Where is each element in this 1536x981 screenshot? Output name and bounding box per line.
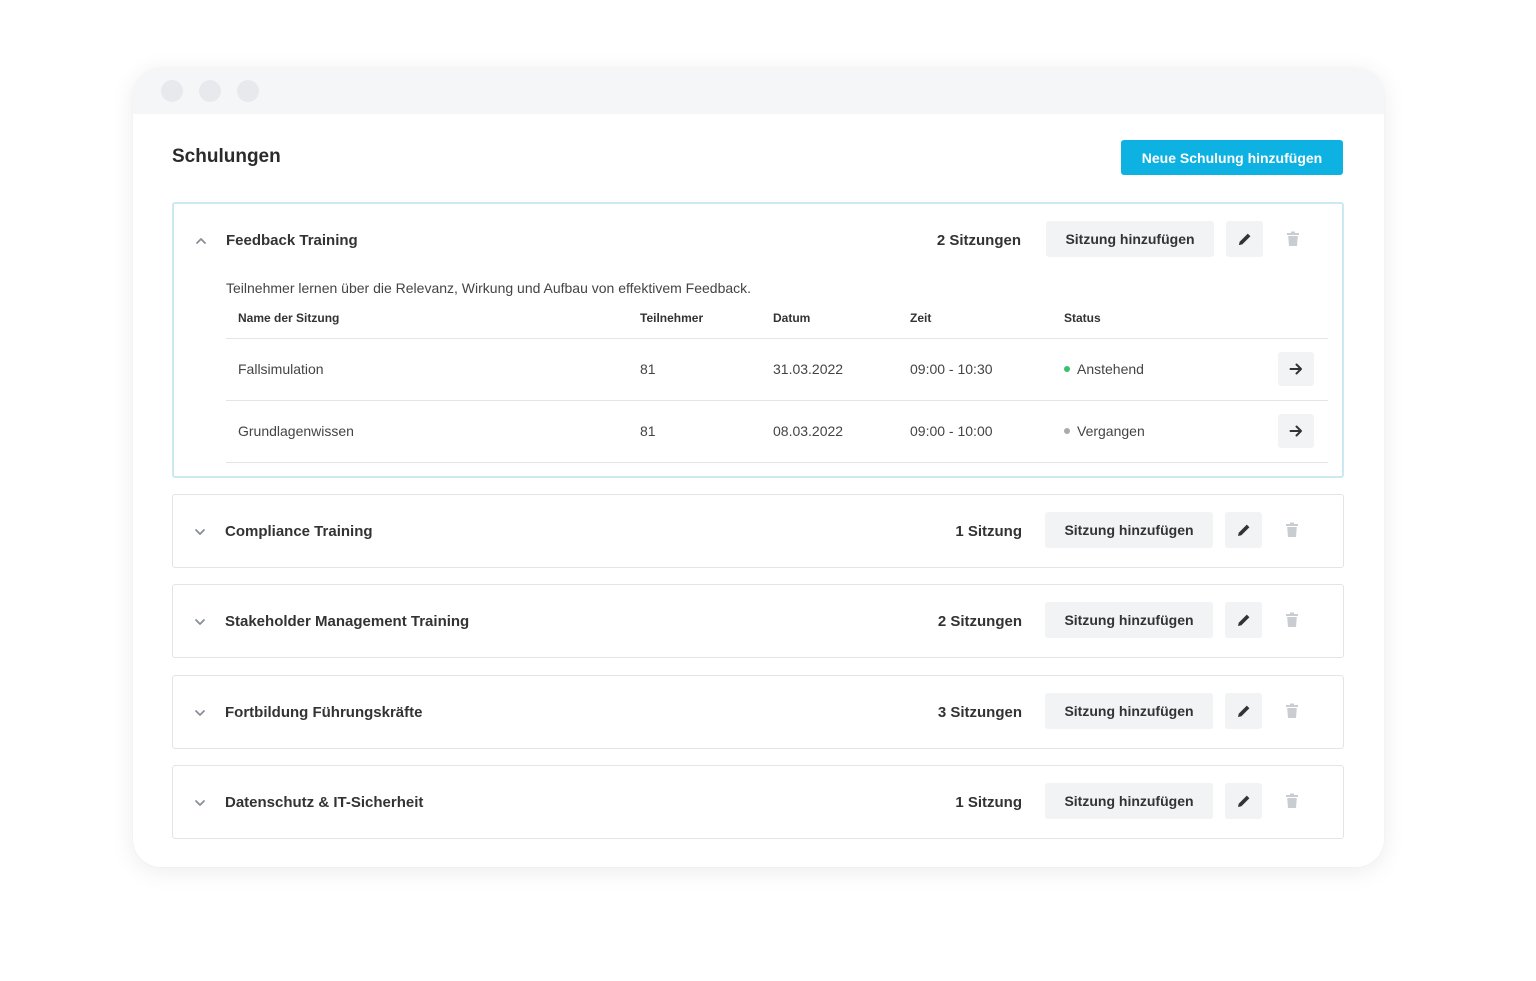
status-label: Anstehend	[1077, 361, 1144, 377]
training-card: Compliance Training 1 Sitzung Sitzung hi…	[172, 494, 1344, 568]
session-participants: 81	[640, 361, 656, 377]
open-session-button[interactable]	[1278, 352, 1314, 386]
chevron-down-icon[interactable]	[193, 706, 207, 720]
table-header-row: Name der Sitzung Teilnehmer Datum Zeit S…	[226, 302, 1328, 339]
trash-icon	[1285, 612, 1298, 627]
session-date: 31.03.2022	[773, 361, 844, 377]
session-name: Grundlagenwissen	[238, 423, 354, 439]
session-time: 09:00 - 10:30	[910, 361, 993, 377]
delete-button[interactable]	[1273, 512, 1310, 548]
table-row[interactable]: Grundlagenwissen 81 08.03.2022 09:00 - 1…	[226, 401, 1328, 463]
sessions-count: 1 Sitzung	[955, 794, 1022, 811]
session-name: Fallsimulation	[238, 361, 324, 377]
training-card: Datenschutz & IT-Sicherheit 1 Sitzung Si…	[172, 765, 1344, 839]
session-date: 08.03.2022	[773, 423, 844, 439]
window-control-dot[interactable]	[161, 80, 183, 102]
training-title: Stakeholder Management Training	[225, 613, 470, 630]
delete-button[interactable]	[1273, 602, 1310, 638]
session-participants: 81	[640, 423, 656, 439]
training-description: Teilnehmer lernen über die Relevanz, Wir…	[226, 280, 752, 296]
session-status: Vergangen	[1064, 423, 1145, 439]
add-session-button[interactable]: Sitzung hinzufügen	[1046, 221, 1214, 257]
column-header-time: Zeit	[910, 311, 932, 325]
sessions-table: Name der Sitzung Teilnehmer Datum Zeit S…	[226, 302, 1328, 463]
trash-icon	[1286, 231, 1299, 246]
pencil-icon	[1237, 705, 1249, 717]
window-control-dot[interactable]	[199, 80, 221, 102]
open-session-button[interactable]	[1278, 414, 1314, 448]
sessions-count: 2 Sitzungen	[937, 613, 1022, 630]
column-header-date: Datum	[773, 311, 811, 325]
training-card-header[interactable]: Compliance Training 1 Sitzung Sitzung hi…	[173, 495, 1343, 567]
sessions-count: 1 Sitzung	[955, 523, 1022, 540]
table-row[interactable]: Fallsimulation 81 31.03.2022 09:00 - 10:…	[226, 339, 1328, 401]
pencil-icon	[1238, 233, 1250, 245]
session-time: 09:00 - 10:00	[910, 423, 993, 439]
page-title: Schulungen	[172, 146, 281, 167]
training-card-header[interactable]: Datenschutz & IT-Sicherheit 1 Sitzung Si…	[173, 766, 1343, 838]
training-card: Fortbildung Führungskräfte 3 Sitzungen S…	[172, 675, 1344, 749]
delete-button[interactable]	[1273, 693, 1310, 729]
add-session-button[interactable]: Sitzung hinzufügen	[1045, 512, 1213, 548]
sessions-count: 2 Sitzungen	[936, 232, 1021, 249]
edit-button[interactable]	[1226, 221, 1263, 257]
chevron-down-icon[interactable]	[193, 796, 207, 810]
pencil-icon	[1237, 524, 1249, 536]
status-label: Vergangen	[1077, 423, 1145, 439]
pencil-icon	[1237, 614, 1249, 626]
training-card-header[interactable]: Feedback Training 2 Sitzungen Sitzung hi…	[174, 204, 1342, 276]
add-session-button[interactable]: Sitzung hinzufügen	[1045, 783, 1213, 819]
training-card: Stakeholder Management Training 2 Sitzun…	[172, 584, 1344, 658]
app-window: Schulungen Neue Schulung hinzufügen Feed…	[133, 68, 1384, 867]
training-title: Fortbildung Führungskräfte	[225, 704, 423, 721]
training-card: Feedback Training 2 Sitzungen Sitzung hi…	[172, 202, 1344, 478]
edit-button[interactable]	[1225, 602, 1262, 638]
status-dot-icon	[1064, 366, 1070, 373]
training-card-header[interactable]: Fortbildung Führungskräfte 3 Sitzungen S…	[173, 676, 1343, 748]
delete-button[interactable]	[1274, 221, 1311, 257]
status-dot-icon	[1064, 428, 1070, 435]
window-control-dot[interactable]	[237, 80, 259, 102]
chevron-up-icon[interactable]	[194, 234, 208, 248]
training-card-header[interactable]: Stakeholder Management Training 2 Sitzun…	[173, 585, 1343, 657]
pencil-icon	[1237, 795, 1249, 807]
arrow-right-icon	[1289, 363, 1302, 375]
new-training-button[interactable]: Neue Schulung hinzufügen	[1121, 140, 1343, 175]
trash-icon	[1285, 793, 1298, 808]
trash-icon	[1285, 703, 1298, 718]
column-header-status: Status	[1064, 311, 1101, 325]
edit-button[interactable]	[1225, 693, 1262, 729]
edit-button[interactable]	[1225, 783, 1262, 819]
training-title: Feedback Training	[226, 232, 358, 249]
arrow-right-icon	[1289, 425, 1302, 437]
trash-icon	[1285, 522, 1298, 537]
window-titlebar	[133, 68, 1384, 114]
column-header-name: Name der Sitzung	[238, 311, 340, 325]
edit-button[interactable]	[1225, 512, 1262, 548]
training-title: Compliance Training	[225, 523, 373, 540]
session-status: Anstehend	[1064, 361, 1144, 377]
delete-button[interactable]	[1273, 783, 1310, 819]
training-title: Datenschutz & IT-Sicherheit	[225, 794, 424, 811]
add-session-button[interactable]: Sitzung hinzufügen	[1045, 602, 1213, 638]
column-header-participants: Teilnehmer	[640, 311, 704, 325]
chevron-down-icon[interactable]	[193, 525, 207, 539]
sessions-count: 3 Sitzungen	[937, 704, 1022, 721]
add-session-button[interactable]: Sitzung hinzufügen	[1045, 693, 1213, 729]
chevron-down-icon[interactable]	[193, 615, 207, 629]
